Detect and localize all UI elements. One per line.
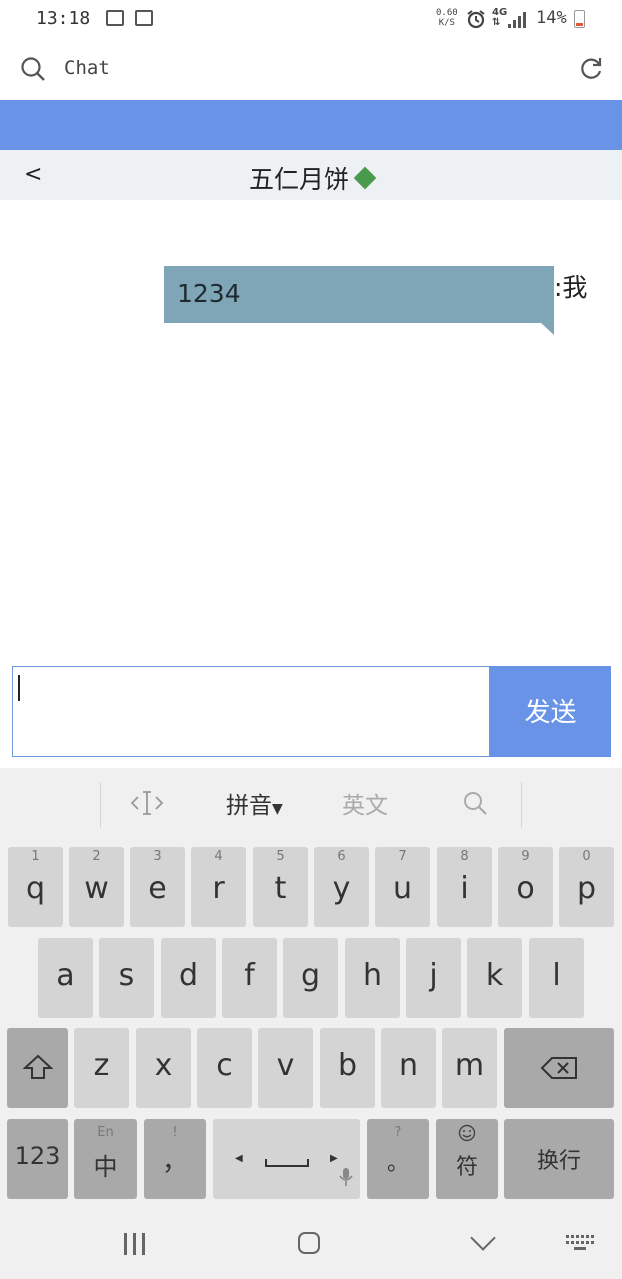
status-time: 13:18 [36,8,91,29]
pinyin-mode[interactable]: 拼音▼ [226,786,283,820]
key-l[interactable]: l [529,938,584,1018]
text-caret [18,675,20,701]
cursor-right-icon: ▶ [330,1153,338,1164]
recent-apps-icon[interactable] [124,1233,148,1255]
battery-icon [574,10,585,28]
key-v[interactable]: v [258,1028,313,1108]
microphone-icon [339,1168,353,1186]
image-notification-icon [106,10,124,26]
message-input[interactable] [12,666,490,757]
chevron-down-icon: ▼ [272,801,283,817]
shift-icon [23,1054,53,1079]
space-bar-icon [265,1159,309,1167]
keyboard-icon[interactable] [566,1235,594,1251]
numbers-key[interactable]: 123 [7,1119,68,1199]
status-bar: 13:18 0.60 K/S 4G ⇅ 14% [0,0,622,40]
key-e[interactable]: 3e [130,847,185,927]
key-a[interactable]: a [38,938,93,1018]
toolbar-divider [521,782,522,828]
symbols-key[interactable]: 符 [436,1119,498,1199]
alarm-icon [467,10,485,29]
key-u[interactable]: 7u [375,847,430,927]
english-mode[interactable]: 英文 [342,786,388,820]
key-k[interactable]: k [467,938,522,1018]
key-c[interactable]: c [197,1028,252,1108]
key-g[interactable]: g [283,938,338,1018]
net-speed: 0.60 K/S [436,8,458,28]
backspace-key[interactable] [504,1028,614,1108]
comma-key[interactable]: ! ， [144,1119,206,1199]
key-j[interactable]: j [406,938,461,1018]
send-button[interactable]: 发送 [490,666,611,757]
chat-title-text: 五仁月饼 [248,165,349,194]
key-y[interactable]: 6y [314,847,369,927]
message-text: 1234 [177,279,241,308]
signal-icon [508,12,528,28]
cursor-move-icon[interactable] [131,790,163,816]
key-t[interactable]: 5t [253,847,308,927]
shift-key[interactable] [7,1028,68,1108]
cursor-left-icon: ◀ [235,1153,243,1164]
key-d[interactable]: d [161,938,216,1018]
key-h[interactable]: h [345,938,400,1018]
space-key[interactable]: ◀ ▶ [213,1119,360,1199]
enter-key[interactable]: 换行 [504,1119,614,1199]
key-f[interactable]: f [222,938,277,1018]
message-bubble: 1234 [164,266,554,323]
key-b[interactable]: b [320,1028,375,1108]
key-i[interactable]: 8i [437,847,492,927]
key-n[interactable]: n [381,1028,436,1108]
emoji-icon [458,1124,476,1142]
message-bubble-tail [540,322,554,335]
blue-banner [0,100,622,150]
hide-keyboard-icon[interactable] [470,1225,496,1251]
search-icon[interactable] [462,790,488,816]
navigation-bar [0,1209,622,1279]
toolbar-divider [100,782,101,828]
message-sender: :我 [554,273,588,302]
chat-title: 五仁月饼 [0,160,622,196]
key-q[interactable]: 1q [8,847,63,927]
diamond-icon [353,166,377,190]
key-o[interactable]: 9o [498,847,553,927]
key-x[interactable]: x [136,1028,191,1108]
browser-bar: Chat [0,40,622,100]
refresh-icon[interactable] [578,56,604,82]
key-p[interactable]: 0p [559,847,614,927]
key-w[interactable]: 2w [69,847,124,927]
battery-percent: 14% [536,8,567,28]
language-switch-key[interactable]: En 中 [74,1119,137,1199]
chat-header: < 五仁月饼 [0,150,622,200]
key-s[interactable]: s [99,938,154,1018]
wifi-hotspot-notification-icon [135,10,153,26]
period-key[interactable]: ? 。 [367,1119,429,1199]
key-m[interactable]: m [442,1028,497,1108]
key-r[interactable]: 4r [191,847,246,927]
search-icon[interactable] [20,56,46,82]
backspace-icon [540,1057,577,1079]
browser-title: Chat [64,57,110,79]
keyboard: 拼音▼ 英文 123 En 中 ! ， ◀ ▶ ? 。 符 换行 1 q 2 w… [0,768,622,1209]
home-icon[interactable] [298,1232,320,1254]
key-z[interactable]: z [74,1028,129,1108]
network-type: 4G ⇅ [492,7,508,28]
